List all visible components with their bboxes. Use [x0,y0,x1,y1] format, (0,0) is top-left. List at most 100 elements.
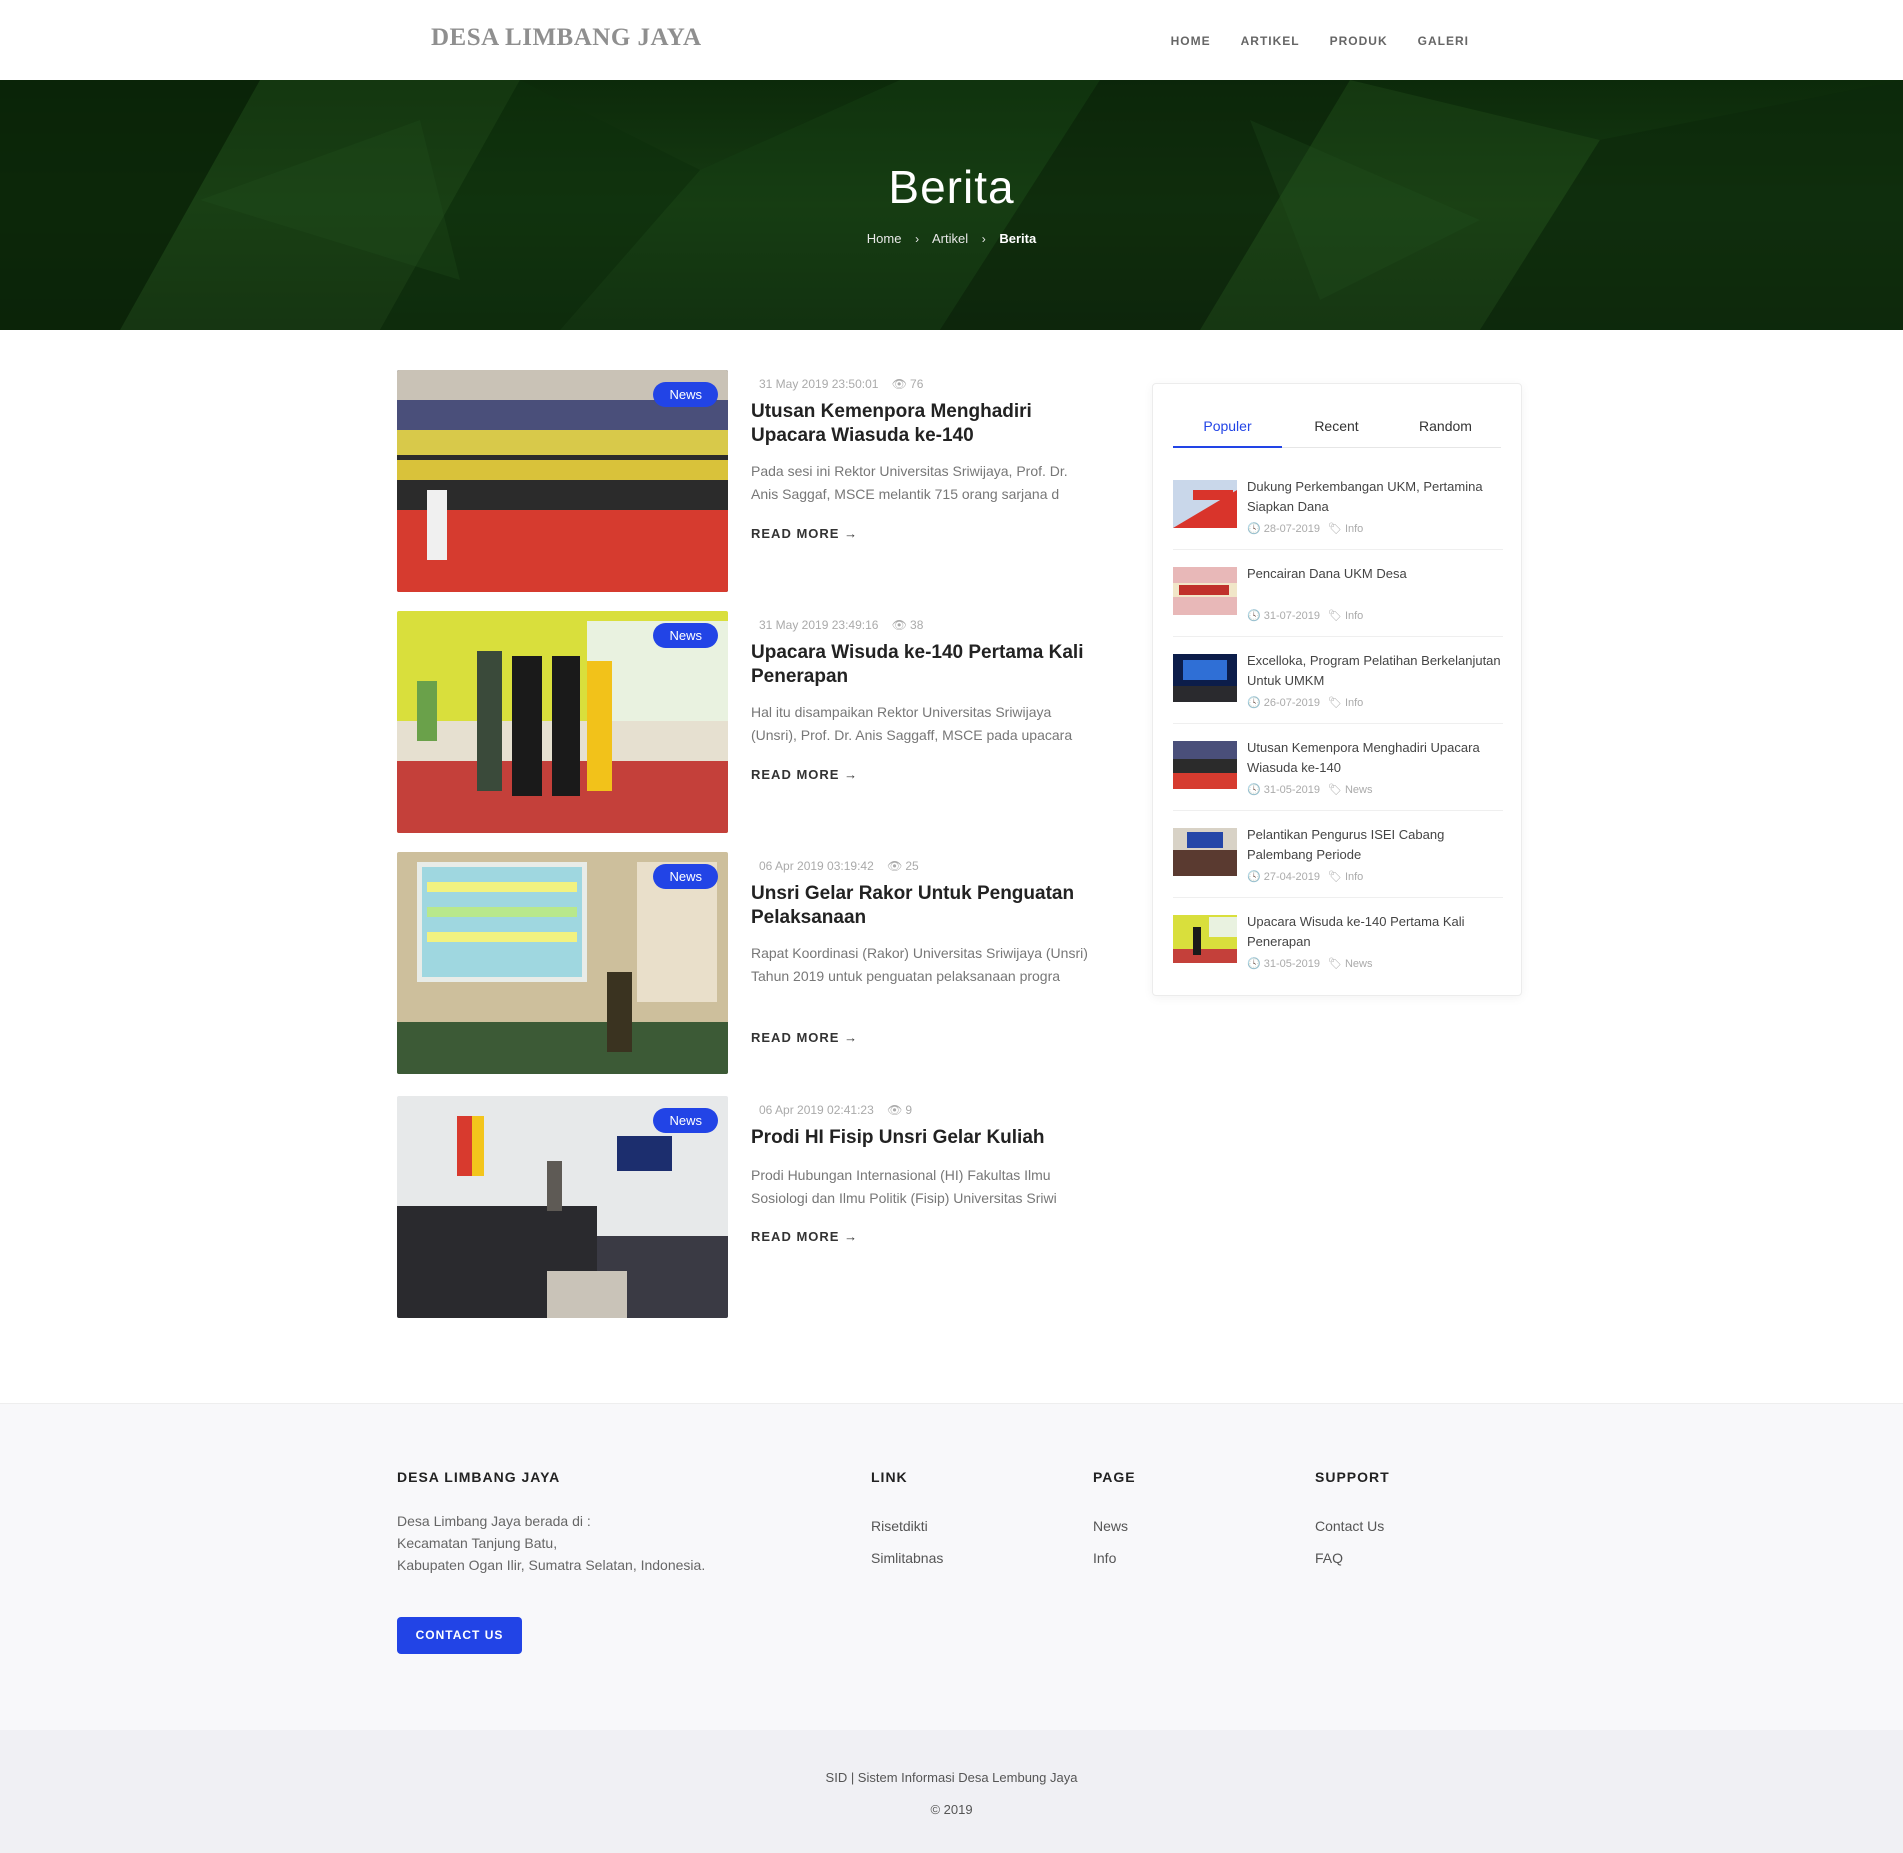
breadcrumb-home[interactable]: Home [867,231,902,246]
page-title: Berita [888,161,1015,213]
chevron-right-icon: › [981,232,986,246]
footer-support-faq[interactable]: FAQ [1315,1550,1343,1566]
clock-icon: 🕓 [1247,523,1261,535]
article-card: News 06 Apr 2019 03:19:42 👁 25 Unsri Gela… [397,852,1097,1074]
divider [1173,636,1503,637]
read-more-link[interactable]: READ MORE → [751,526,858,541]
article-views: 76 [910,377,924,391]
divider [1173,810,1503,811]
tab-populer[interactable]: Populer [1173,416,1282,448]
list-item[interactable]: Dukung Perkembangan UKM, Pertamina Siapk… [1173,479,1503,550]
tab-random[interactable]: Random [1391,416,1500,447]
list-item[interactable]: Pelantikan Pengurus ISEI Cabang Palemban… [1173,827,1503,898]
read-more-link[interactable]: READ MORE → [751,1229,858,1244]
sidebar-widget: Populer Recent Random Dukung Perkembanga… [1152,383,1522,996]
nav-home[interactable]: HOME [1171,34,1211,48]
post-meta: 🕓 27-04-2019 🏷 Info [1247,871,1364,883]
read-more-link[interactable]: READ MORE → [751,1030,858,1045]
site-footer: DESA LIMBANG JAYA Desa Limbang Jaya bera… [0,1403,1903,1730]
article-thumbnail[interactable]: News [397,852,728,1074]
footer-about-text: Desa Limbang Jaya berada di : Kecamatan … [397,1513,706,1573]
category-badge[interactable]: News [653,864,718,889]
footer-page-news[interactable]: News [1093,1518,1128,1534]
tag-icon: 🏷 [1327,610,1342,622]
article-excerpt: Prodi Hubungan Internasional (HI) Fakult… [751,1167,1057,1206]
clock-icon: 🕓 [1247,697,1261,709]
clock-icon: 🕓 [1247,958,1261,970]
tab-recent[interactable]: Recent [1282,416,1391,447]
article-excerpt: Pada sesi ini Rektor Universitas Sriwija… [751,463,1068,502]
post-thumbnail [1173,567,1237,615]
contact-us-button[interactable]: CONTACT US [397,1617,522,1654]
post-thumbnail [1173,828,1237,876]
category-badge[interactable]: News [653,1108,718,1133]
nav-produk[interactable]: PRODUK [1330,34,1388,48]
post-title[interactable]: Pelantikan Pengurus ISEI Cabang Palemban… [1247,825,1507,865]
nav-galeri[interactable]: GALERI [1418,34,1469,48]
article-meta: 06 Apr 2019 02:41:23 👁 9 [759,1103,912,1117]
footer-page-info[interactable]: Info [1093,1550,1116,1566]
article-views: 9 [905,1103,913,1117]
eye-icon: 👁 [887,859,903,873]
article-card: News 06 Apr 2019 02:41:23 👁 9 Prodi HI Fi… [397,1096,1097,1318]
article-views: 25 [905,859,919,873]
article-title[interactable]: Utusan Kemenpora Menghadiri Upacara Wias… [751,400,1111,448]
article-date: 31 May 2019 23:49:16 [759,618,879,632]
footer-about-title: DESA LIMBANG JAYA [397,1469,561,1485]
list-item[interactable]: Pencairan Dana UKM Desa 🕓 31-07-2019 🏷 Info [1173,566,1503,637]
article-date: 31 May 2019 23:50:01 [759,377,879,391]
copyright-bar: SID | Sistem Informasi Desa Lembung Jaya… [0,1730,1903,1853]
article-thumbnail[interactable]: News [397,370,728,592]
footer-support-title: SUPPORT [1315,1469,1390,1485]
divider [1173,723,1503,724]
footer-page-title: PAGE [1093,1469,1136,1485]
post-thumbnail [1173,915,1237,963]
article-excerpt: Rapat Koordinasi (Rakor) Universitas Sri… [751,945,1088,984]
clock-icon: 🕓 [1247,784,1261,796]
article-title[interactable]: Upacara Wisuda ke-140 Pertama Kali Pener… [751,641,1111,689]
footer-support-contact[interactable]: Contact Us [1315,1518,1384,1534]
top-navbar: DESA LIMBANG JAYA HOME ARTIKEL PRODUK GA… [0,0,1903,80]
tag-icon: 🏷 [1327,784,1342,796]
divider [1173,549,1503,550]
article-card: News 31 May 2019 23:50:01 👁 76 Utusan Kem… [397,370,1097,592]
eye-icon: 👁 [891,618,908,632]
read-more-link[interactable]: READ MORE → [751,767,858,782]
article-title[interactable]: Prodi HI Fisip Unsri Gelar Kuliah [751,1126,1111,1150]
post-title[interactable]: Pencairan Dana UKM Desa [1247,564,1507,584]
post-title[interactable]: Dukung Perkembangan UKM, Pertamina Siapk… [1247,477,1507,517]
post-title[interactable]: Excelloka, Program Pelatihan Berkelanjut… [1247,651,1507,691]
list-item[interactable]: Excelloka, Program Pelatihan Berkelanjut… [1173,653,1503,724]
category-badge[interactable]: News [653,382,718,407]
post-title[interactable]: Upacara Wisuda ke-140 Pertama Kali Pener… [1247,912,1507,952]
page-hero: Berita Home › Artikel › Berita [0,80,1903,330]
article-title[interactable]: Unsri Gelar Rakor Untuk Penguatan Pelaks… [751,882,1111,930]
footer-link-risetdikti[interactable]: Risetdikti [871,1518,928,1534]
copyright-text: SID | Sistem Informasi Desa Lembung Jaya [825,1770,1078,1785]
article-views: 38 [910,618,924,632]
footer-link-title: LINK [871,1469,908,1485]
article-excerpt: Hal itu disampaikan Rektor Universitas S… [751,704,1073,743]
nav-artikel[interactable]: ARTIKEL [1241,34,1300,48]
footer-link-simlitabnas[interactable]: Simlitabnas [871,1550,943,1566]
article-thumbnail[interactable]: News [397,1096,728,1318]
post-meta: 🕓 31-07-2019 🏷 Info [1247,610,1364,622]
clock-icon: 🕓 [1247,610,1261,622]
tag-icon: 🏷 [1327,697,1342,709]
eye-icon: 👁 [891,377,908,391]
post-title[interactable]: Utusan Kemenpora Menghadiri Upacara Wias… [1247,738,1507,778]
list-item[interactable]: Upacara Wisuda ke-140 Pertama Kali Pener… [1173,914,1503,985]
site-brand[interactable]: DESA LIMBANG JAYA [431,24,702,52]
breadcrumb: Home › Artikel › Berita [0,231,1903,246]
list-item[interactable]: Utusan Kemenpora Menghadiri Upacara Wias… [1173,740,1503,811]
article-thumbnail[interactable]: News [397,611,728,833]
article-meta: 31 May 2019 23:49:16 👁 38 [759,618,923,632]
clock-icon: 🕓 [1247,871,1261,883]
tag-icon: 🏷 [1327,523,1342,535]
post-thumbnail [1173,741,1237,789]
arrow-right-icon: → [844,767,859,782]
breadcrumb-artikel[interactable]: Artikel [932,231,968,246]
category-badge[interactable]: News [653,623,718,648]
post-meta: 🕓 26-07-2019 🏷 Info [1247,697,1364,709]
sidebar-tabs: Populer Recent Random [1173,416,1501,448]
